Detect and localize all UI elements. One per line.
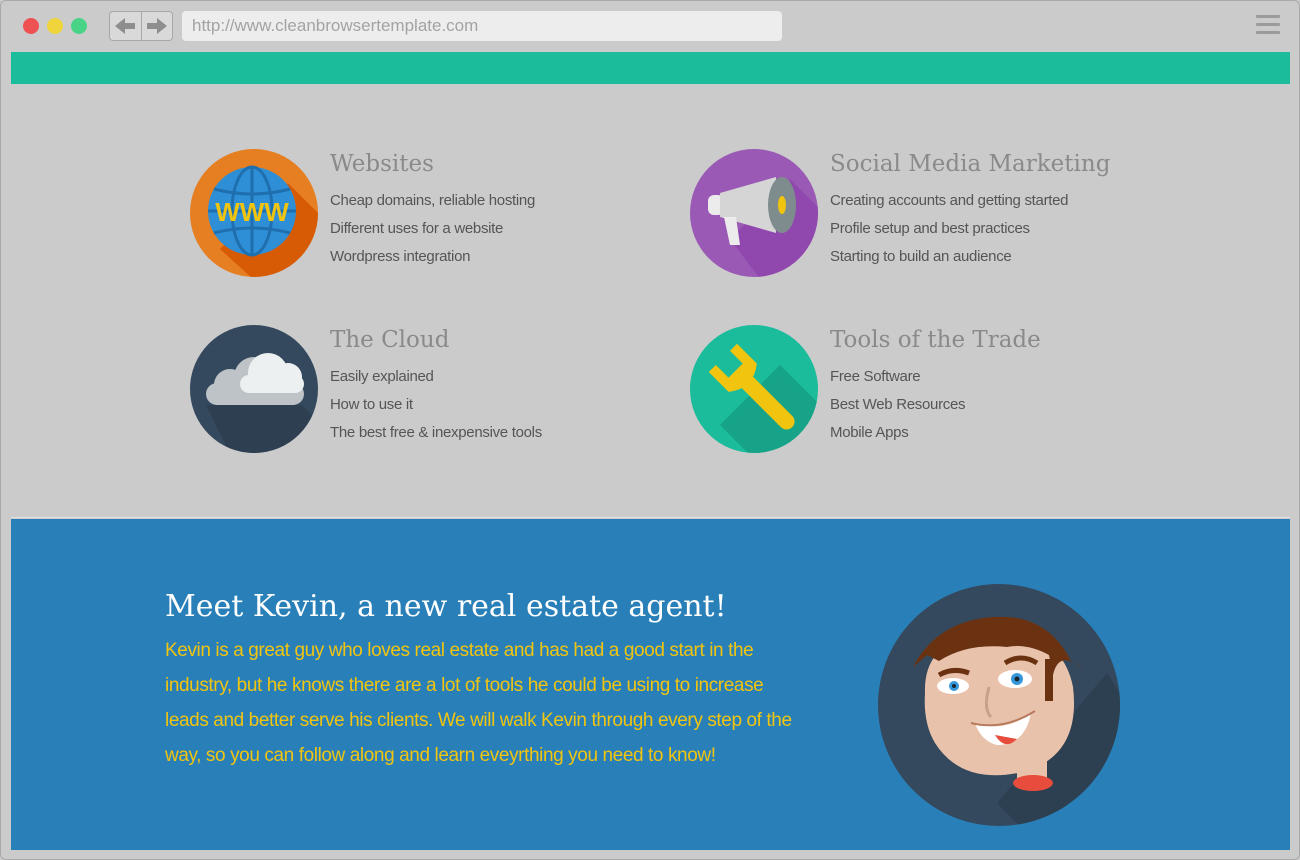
svg-text:WWW: WWW: [215, 197, 289, 227]
wrench-icon: [690, 325, 818, 453]
topic-list: Free Software Best Web Resources Mobile …: [830, 365, 966, 449]
list-item: Profile setup and best practices: [830, 220, 1030, 237]
topic-websites: WWW Websites Cheap domains, reliable hos…: [190, 149, 630, 289]
list-item: Cheap domains, reliable hosting: [330, 192, 535, 209]
navigation-buttons: [109, 11, 173, 41]
address-bar[interactable]: http://www.cleanbrowsertemplate.com: [182, 11, 782, 41]
list-item: Creating accounts and getting started: [830, 192, 1069, 209]
forward-button[interactable]: [140, 12, 173, 40]
topic-list: Easily explained How to use it The best …: [330, 365, 542, 449]
hamburger-icon[interactable]: [1256, 15, 1280, 37]
arrow-left-icon: [115, 18, 136, 34]
topic-title: Tools of the Trade: [830, 327, 1041, 353]
cloud-icon: [190, 325, 318, 453]
topic-list: Creating accounts and getting started Pr…: [830, 189, 1069, 273]
list-item: Free Software: [830, 368, 921, 385]
browser-window: http://www.cleanbrowsertemplate.com WWW …: [0, 0, 1300, 860]
list-item: Best Web Resources: [830, 396, 966, 413]
topic-title: Social Media Marketing: [830, 151, 1111, 177]
globe-www-icon: WWW: [190, 149, 318, 277]
topic-title: Websites: [330, 151, 434, 177]
list-item: How to use it: [330, 396, 413, 413]
browser-toolbar: http://www.cleanbrowsertemplate.com: [1, 1, 1299, 51]
list-item: Mobile Apps: [830, 424, 909, 441]
minimize-window-button[interactable]: [47, 18, 63, 34]
topic-the-cloud: The Cloud Easily explained How to use it…: [190, 325, 630, 465]
kevin-avatar-icon: [878, 584, 1120, 826]
topic-list: Cheap domains, reliable hosting Differen…: [330, 189, 535, 273]
list-item: Wordpress integration: [330, 248, 471, 265]
maximize-window-button[interactable]: [71, 18, 87, 34]
list-item: Starting to build an audience: [830, 248, 1012, 265]
hero-body: Kevin is a great guy who loves real esta…: [165, 640, 792, 766]
list-item: The best free & inexpensive tools: [330, 424, 542, 441]
back-button[interactable]: [110, 12, 141, 40]
close-window-button[interactable]: [23, 18, 39, 34]
topic-tools: Tools of the Trade Free Software Best We…: [690, 325, 1130, 465]
topic-title: The Cloud: [330, 327, 450, 353]
topic-social-media: Social Media Marketing Creating accounts…: [690, 149, 1130, 289]
megaphone-icon: [690, 149, 818, 277]
hero-title: Meet Kevin, a new real estate agent!: [165, 589, 727, 624]
section-divider: [11, 517, 1290, 518]
hero-section: Meet Kevin, a new real estate agent! Kev…: [11, 519, 1290, 850]
arrow-right-icon: [146, 18, 167, 34]
list-item: Easily explained: [330, 368, 434, 385]
top-banner: [11, 52, 1290, 84]
list-item: Different uses for a website: [330, 220, 504, 237]
